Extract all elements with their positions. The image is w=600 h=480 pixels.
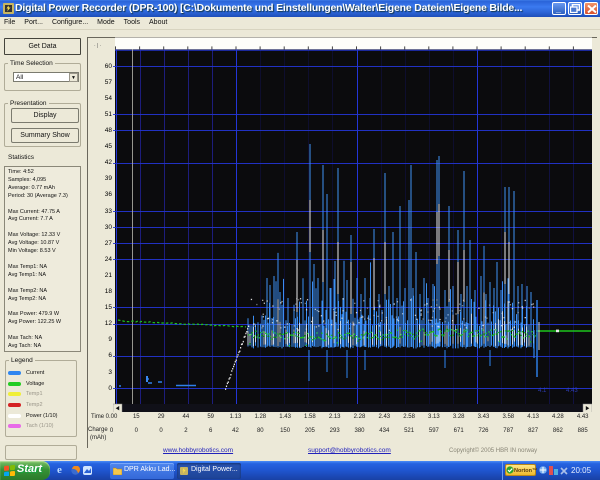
svg-text:4.1': 4.1' (538, 388, 548, 394)
svg-text:4.43: 4.43 (566, 388, 578, 394)
